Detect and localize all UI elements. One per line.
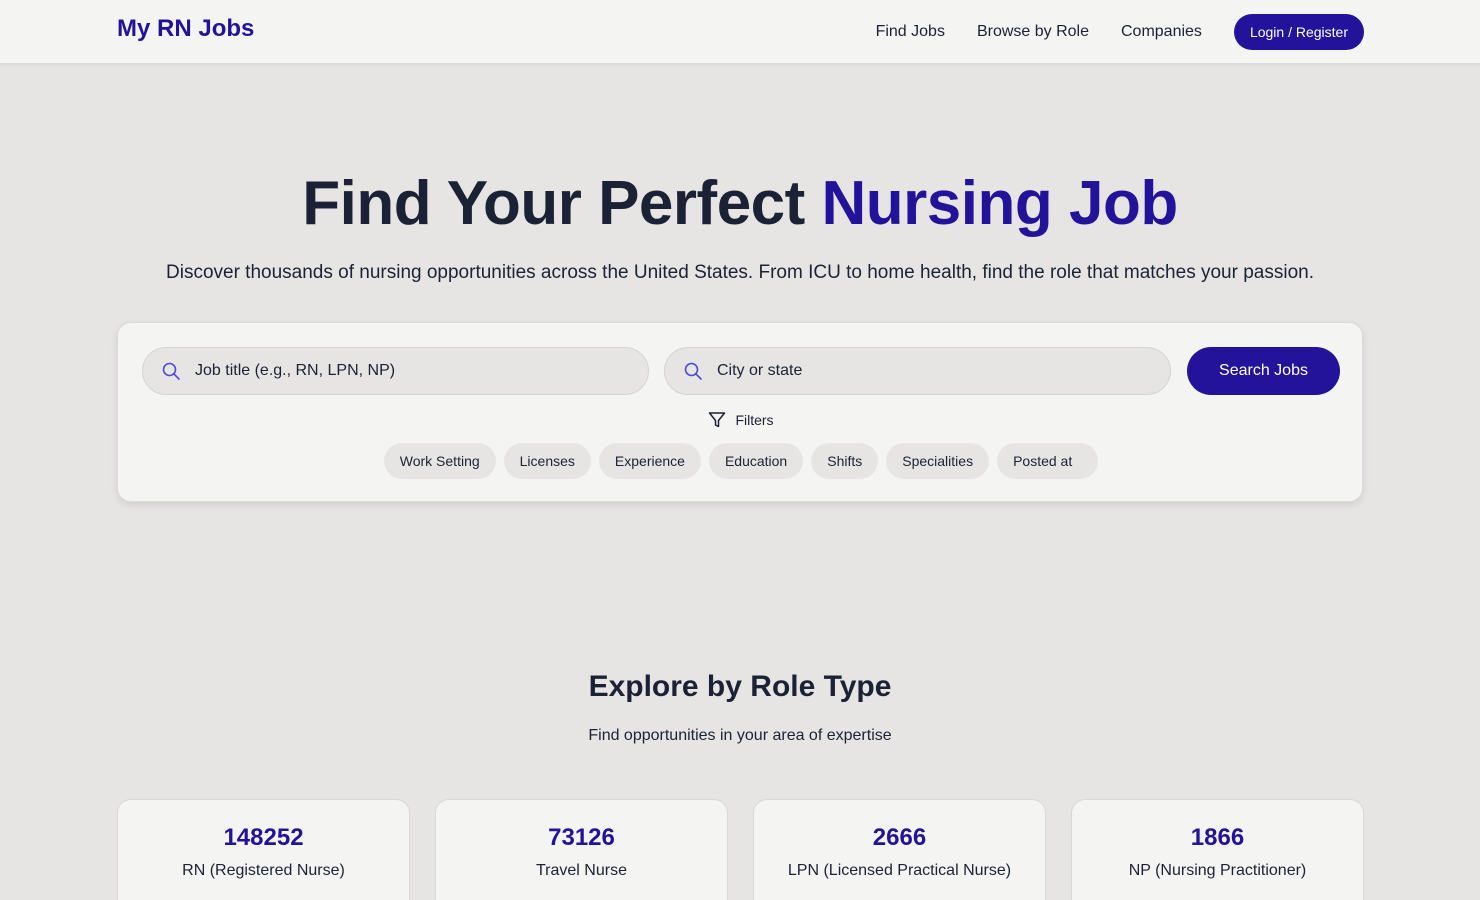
main-nav: Find Jobs Browse by Role Companies Login… bbox=[876, 14, 1364, 50]
role-card-lpn[interactable]: 2666 LPN (Licensed Practical Nurse) bbox=[753, 799, 1046, 900]
search-icon bbox=[684, 362, 702, 380]
role-count: 148252 bbox=[223, 824, 304, 851]
site-header: My RN Jobs Find Jobs Browse by Role Comp… bbox=[0, 0, 1480, 64]
explore-title: Explore by Role Type bbox=[588, 670, 892, 703]
chip-posted-at[interactable]: Posted at bbox=[997, 443, 1099, 479]
role-name: Travel Nurse bbox=[536, 862, 627, 879]
filters-label: Filters bbox=[735, 412, 774, 428]
chip-specialities[interactable]: Specialities bbox=[886, 443, 990, 479]
nav-find-jobs[interactable]: Find Jobs bbox=[876, 14, 945, 50]
role-count: 1866 bbox=[1190, 824, 1245, 851]
role-name: NP (Nursing Practitioner) bbox=[1128, 862, 1307, 879]
explore-subtitle: Find opportunities in your area of exper… bbox=[588, 727, 892, 744]
nav-browse-by-role[interactable]: Browse by Role bbox=[977, 14, 1089, 50]
role-count: 2666 bbox=[872, 824, 927, 851]
role-count: 73126 bbox=[548, 824, 615, 851]
filter-chips: Work Setting Licenses Experience Educati… bbox=[118, 443, 1364, 479]
hero-title-main: Find Your Perfect bbox=[302, 169, 822, 238]
role-name: RN (Registered Nurse) bbox=[182, 862, 345, 879]
location-field[interactable] bbox=[664, 347, 1171, 395]
chip-licenses[interactable]: Licenses bbox=[503, 443, 591, 479]
chip-shifts[interactable]: Shifts bbox=[811, 443, 879, 479]
hero-subtitle: Discover thousands of nursing opportunit… bbox=[166, 262, 1314, 283]
role-name: LPN (Licensed Practical Nurse) bbox=[787, 862, 1012, 879]
job-title-field[interactable] bbox=[142, 347, 649, 395]
hero-title: Find Your Perfect Nursing Job bbox=[0, 168, 1480, 239]
hero-title-accent: Nursing Job bbox=[821, 169, 1179, 238]
role-card-np[interactable]: 1866 NP (Nursing Practitioner) bbox=[1071, 799, 1364, 900]
role-card-travel-nurse[interactable]: 73126 Travel Nurse bbox=[435, 799, 728, 900]
search-jobs-button[interactable]: Search Jobs bbox=[1187, 347, 1340, 395]
location-input[interactable] bbox=[717, 362, 1137, 380]
chip-experience[interactable]: Experience bbox=[598, 443, 701, 479]
chip-work-setting[interactable]: Work Setting bbox=[383, 443, 496, 479]
site-logo[interactable]: My RN Jobs bbox=[117, 15, 254, 43]
role-card-rn[interactable]: 148252 RN (Registered Nurse) bbox=[117, 799, 410, 900]
nav-companies[interactable]: Companies bbox=[1121, 14, 1202, 50]
chip-education[interactable]: Education bbox=[708, 443, 804, 479]
search-icon bbox=[162, 362, 180, 380]
job-title-input[interactable] bbox=[195, 362, 615, 380]
login-register-button[interactable]: Login / Register bbox=[1233, 14, 1364, 50]
search-card: Search Jobs Filters Work Setting License… bbox=[117, 322, 1363, 502]
filters-toggle[interactable]: Filters bbox=[118, 411, 1364, 429]
filter-icon bbox=[709, 412, 726, 428]
